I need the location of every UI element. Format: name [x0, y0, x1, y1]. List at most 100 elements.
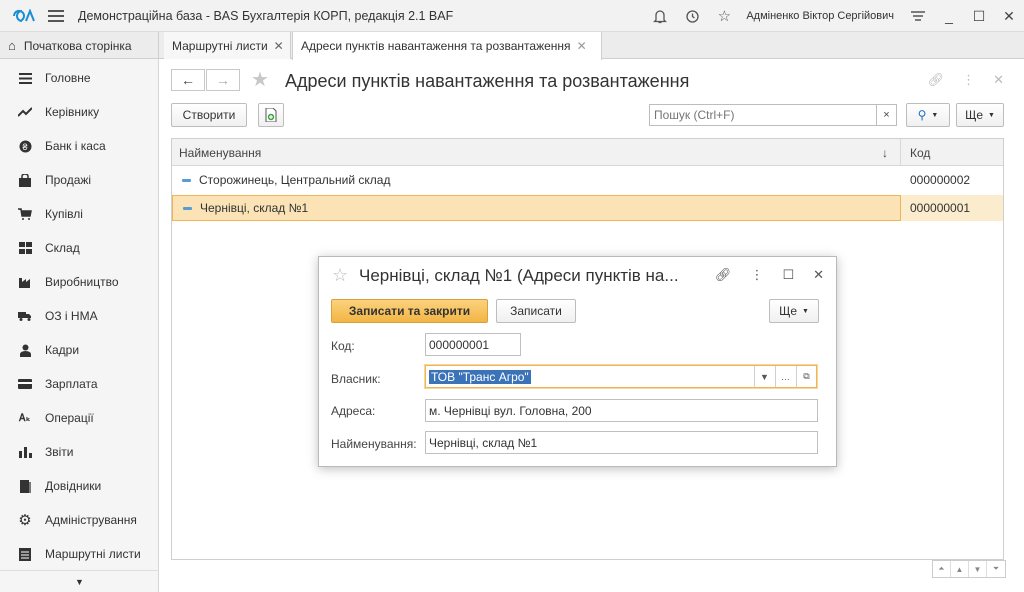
- address-field[interactable]: м. Чернівці вул. Головна, 200: [425, 399, 818, 422]
- sidebar-item-sales[interactable]: Продажі: [0, 163, 159, 197]
- history-icon[interactable]: [681, 5, 703, 27]
- dropdown-icon[interactable]: ▼: [754, 366, 774, 387]
- minimize-icon[interactable]: _: [934, 8, 964, 24]
- owner-field[interactable]: ТОВ "Транс Агро" ▼ … ⧉: [425, 365, 817, 388]
- sidebar-item-manager[interactable]: Керівнику: [0, 95, 159, 129]
- scroll-bottom-icon[interactable]: ⏷: [987, 561, 1005, 577]
- table-row[interactable]: Сторожинець, Центральний склад 000000002: [172, 167, 1003, 193]
- sidebar-item-purchases[interactable]: Купівлі: [0, 197, 159, 231]
- sidebar-item-label: Продажі: [45, 173, 92, 187]
- table-row-selected[interactable]: Чернівці, склад №1 000000001: [172, 195, 1003, 221]
- link-icon[interactable]: 🔗︎: [928, 72, 945, 88]
- sidebar-item-production[interactable]: Виробництво: [0, 265, 159, 299]
- sidebar-item-directories[interactable]: Довідники: [0, 469, 159, 503]
- sidebar-item-label: Адміністрування: [45, 513, 137, 527]
- svg-text:₴: ₴: [22, 142, 27, 152]
- sidebar-item-label: Звіти: [45, 445, 74, 459]
- column-header-code[interactable]: Код: [902, 139, 1002, 166]
- sidebar-item-route-sheets[interactable]: Маршрутні листи: [0, 537, 159, 571]
- chevron-down-icon: ▼: [931, 111, 939, 119]
- cell-code: 000000002: [910, 173, 971, 187]
- scroll-up-icon[interactable]: ▲: [951, 561, 969, 577]
- favorite-star-icon[interactable]: ★: [251, 67, 269, 92]
- dialog-title: Чернівці, склад №1 (Адреси пунктів на...: [359, 266, 679, 285]
- favorites-star-icon[interactable]: ☆: [713, 5, 735, 27]
- scroll-top-icon[interactable]: ⏶: [933, 561, 951, 577]
- table-header: Найменування ↓ Код: [172, 139, 1003, 166]
- sidebar-item-salary[interactable]: Зарплата: [0, 367, 159, 401]
- sidebar-scroll-down[interactable]: ▼: [0, 570, 159, 592]
- forward-button[interactable]: →: [206, 69, 240, 91]
- save-and-close-button[interactable]: Записати та закрити: [331, 299, 488, 323]
- sidebar-item-label: Головне: [45, 71, 91, 85]
- sidebar-item-bank[interactable]: ₴ Банк і каса: [0, 129, 159, 163]
- close-window-icon[interactable]: ✕: [994, 8, 1024, 25]
- search-button[interactable]: ⚲ ▼: [906, 103, 950, 127]
- close-icon[interactable]: ✕: [993, 72, 1004, 88]
- tab-label: Адреси пунктів навантаження та розвантаж…: [301, 39, 571, 53]
- cart-icon: [18, 207, 32, 221]
- back-button[interactable]: ←: [171, 69, 205, 91]
- column-header-name[interactable]: Найменування ↓: [172, 139, 901, 166]
- create-copy-button[interactable]: [258, 103, 284, 127]
- code-field[interactable]: 000000001: [425, 333, 521, 356]
- name-field[interactable]: Чернівці, склад №1: [425, 431, 818, 454]
- settings-menu-icon[interactable]: [907, 5, 929, 27]
- sidebar-item-reports[interactable]: Звіти: [0, 435, 159, 469]
- more-button[interactable]: Ще ▼: [956, 103, 1004, 127]
- sidebar-item-label: Керівнику: [45, 105, 100, 119]
- sidebar-item-warehouse[interactable]: Склад: [0, 231, 159, 265]
- more-button[interactable]: Ще ▼: [769, 299, 819, 323]
- close-tab-icon[interactable]: ✕: [577, 39, 587, 53]
- item-icon: [183, 206, 192, 210]
- close-icon[interactable]: ✕: [813, 267, 824, 283]
- search-input[interactable]: [649, 104, 877, 126]
- person-icon: [18, 343, 32, 357]
- sidebar-item-hr[interactable]: Кадри: [0, 333, 159, 367]
- home-icon: ⌂: [8, 38, 16, 53]
- search-clear-button[interactable]: ×: [877, 104, 897, 126]
- close-tab-icon[interactable]: ✕: [274, 39, 284, 53]
- chevron-down-icon: ▼: [802, 307, 809, 315]
- owner-value: ТОВ "Транс Агро": [429, 369, 531, 384]
- link-icon[interactable]: 🔗︎: [715, 267, 732, 283]
- sidebar-item-label: Банк і каса: [45, 139, 106, 153]
- sidebar-item-administration[interactable]: ⚙ Адміністрування: [0, 503, 159, 537]
- operations-icon: Ꭺₖ: [19, 412, 31, 424]
- add-document-icon: [265, 108, 277, 122]
- sidebar-item-main[interactable]: Головне: [0, 61, 159, 95]
- main-menu-icon[interactable]: [48, 9, 64, 22]
- open-item-icon[interactable]: ⧉: [796, 366, 816, 387]
- sort-down-icon: ↓: [882, 145, 888, 160]
- truck-icon: [18, 309, 32, 323]
- maximize-icon[interactable]: ☐: [964, 8, 994, 25]
- tab-home[interactable]: ⌂ Початкова сторінка: [0, 32, 159, 59]
- sidebar-item-label: Операції: [45, 411, 94, 425]
- select-from-list-button[interactable]: …: [775, 366, 795, 387]
- favorite-star-icon[interactable]: ☆: [332, 265, 348, 286]
- item-icon: [182, 178, 191, 182]
- column-label: Найменування: [179, 145, 262, 160]
- sidebar-item-operations[interactable]: Ꭺₖ Операції: [0, 401, 159, 435]
- tab-addresses[interactable]: Адреси пунктів навантаження та розвантаж…: [292, 32, 602, 60]
- sidebar: Головне Керівнику ₴ Банк і каса Продажі К…: [0, 59, 159, 592]
- page-title: Адреси пунктів навантаження та розвантаж…: [285, 71, 690, 91]
- chevron-down-icon: ▼: [988, 111, 995, 119]
- sidebar-item-label: ОЗ і НМА: [45, 309, 98, 323]
- create-button[interactable]: Створити: [171, 103, 247, 127]
- address-label: Адреса:: [331, 404, 376, 418]
- more-label: Ще: [965, 108, 983, 122]
- bell-icon[interactable]: [649, 5, 671, 27]
- more-vertical-icon[interactable]: ⋮: [962, 72, 975, 88]
- save-button[interactable]: Записати: [496, 299, 576, 323]
- tab-route-sheets[interactable]: Маршрутні листи ✕: [164, 32, 291, 59]
- maximize-icon[interactable]: ☐: [782, 267, 794, 283]
- trend-icon: [18, 105, 32, 119]
- sidebar-item-label: Кадри: [45, 343, 80, 357]
- more-vertical-icon[interactable]: ⋮: [750, 267, 763, 283]
- route-sheet-icon: [18, 547, 32, 561]
- scroll-down-icon[interactable]: ▼: [969, 561, 987, 577]
- sidebar-item-fixed-assets[interactable]: ОЗ і НМА: [0, 299, 159, 333]
- name-label: Найменування:: [331, 437, 417, 451]
- user-name[interactable]: Адміненко Віктор Сергійович: [746, 10, 894, 22]
